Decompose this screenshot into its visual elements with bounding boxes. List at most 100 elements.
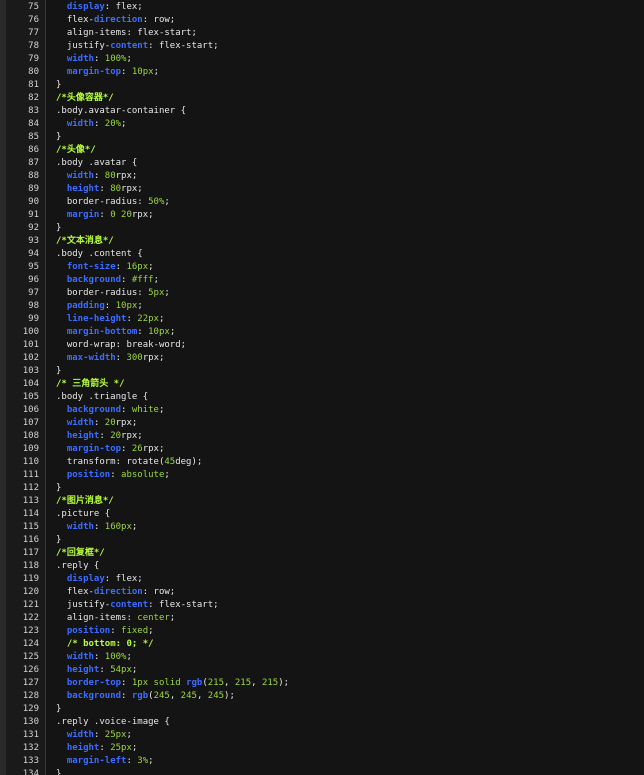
code-token: ; xyxy=(169,327,176,337)
code-line[interactable]: 133 margin-left: 3%; xyxy=(0,755,644,768)
code-line[interactable]: 116} xyxy=(0,534,644,547)
code-token: : xyxy=(93,652,105,662)
code-line[interactable]: 86 /*头像*/ xyxy=(0,144,644,157)
code-line[interactable]: 80 margin-top: 10px; xyxy=(0,66,644,79)
code-line[interactable]: 75 display: flex; xyxy=(0,1,644,14)
code-line[interactable]: 79 width: 100%; xyxy=(0,53,644,66)
code-line[interactable]: 104 /* 三角箭头 */ xyxy=(0,378,644,391)
code-line[interactable]: 130 .reply .voice-image { xyxy=(0,716,644,729)
line-number: 108 xyxy=(22,431,39,441)
line-code: /*回复框*/ xyxy=(56,547,105,560)
code-line[interactable]: 123 position: fixed; xyxy=(0,625,644,638)
code-line[interactable]: 83 .body.avatar-container { xyxy=(0,105,644,118)
code-token: } xyxy=(56,704,62,714)
code-line[interactable]: 103} xyxy=(0,365,644,378)
code-line[interactable]: 90 border-radius: 50%; xyxy=(0,196,644,209)
code-line[interactable]: 125 width: 100%; xyxy=(0,651,644,664)
line-code: position: absolute; xyxy=(56,469,170,482)
code-line[interactable]: 121 justify-content: flex-start; xyxy=(0,599,644,612)
code-line[interactable]: 109 margin-top: 26rpx; xyxy=(0,443,644,456)
code-line[interactable]: 129} xyxy=(0,703,644,716)
code-token: : flex; xyxy=(104,2,143,12)
code-line[interactable]: 84 width: 20%; xyxy=(0,118,644,131)
code-line[interactable]: 85} xyxy=(0,131,644,144)
code-line[interactable]: 100 margin-bottom: 10px; xyxy=(0,326,644,339)
code-line[interactable]: 76 flex-direction: row; xyxy=(0,14,644,27)
code-line[interactable]: 95 font-size: 16px; xyxy=(0,261,644,274)
line-code: flex-direction: row; xyxy=(56,586,175,599)
code-editor[interactable]: 75 display: flex; 76 flex-direction: row;… xyxy=(0,0,644,775)
code-line[interactable]: 81} xyxy=(0,79,644,92)
code-token: : xyxy=(104,301,116,311)
code-line[interactable]: 118 .reply { xyxy=(0,560,644,573)
code-line[interactable]: 101 word-wrap: break-word; xyxy=(0,339,644,352)
code-token: : xyxy=(126,314,138,324)
line-code: display: flex; xyxy=(56,573,143,586)
code-line[interactable]: 92} xyxy=(0,222,644,235)
code-line[interactable]: 132 height: 25px; xyxy=(0,742,644,755)
code-line[interactable]: 134} xyxy=(0,768,644,775)
code-line[interactable]: 82 /*头像容器*/ xyxy=(0,92,644,105)
code-line[interactable]: 131 width: 25px; xyxy=(0,729,644,742)
code-line[interactable]: 107 width: 20rpx; xyxy=(0,417,644,430)
code-line[interactable]: 114 .picture { xyxy=(0,508,644,521)
code-line[interactable]: 127 border-top: 1px solid rgb(215, 215, … xyxy=(0,677,644,690)
code-line[interactable]: 113 /*图片消息*/ xyxy=(0,495,644,508)
line-code: background: rgb(245, 245, 245); xyxy=(56,690,235,703)
code-line[interactable]: 108 height: 20rpx; xyxy=(0,430,644,443)
code-line[interactable]: 115 width: 160px; xyxy=(0,521,644,534)
code-token: /* bottom: 0; */ xyxy=(66,639,154,649)
code-line[interactable]: 126 height: 54px; xyxy=(0,664,644,677)
code-line[interactable]: 111 position: absolute; xyxy=(0,469,644,482)
code-line[interactable]: 122 align-items: center; xyxy=(0,612,644,625)
code-line[interactable]: 87 .body .avatar { xyxy=(0,157,644,170)
code-line[interactable]: 106 background: white; xyxy=(0,404,644,417)
code-token: : xyxy=(93,730,105,740)
code-token: : xyxy=(93,418,105,428)
code-line[interactable]: 110 transform: rotate(45deg); xyxy=(0,456,644,469)
code-line[interactable]: 97 border-radius: 5px; xyxy=(0,287,644,300)
code-line[interactable]: 120 flex-direction: row; xyxy=(0,586,644,599)
code-token: font-size xyxy=(66,262,116,272)
code-token: : xyxy=(121,691,132,701)
code-line[interactable]: 78 justify-content: flex-start; xyxy=(0,40,644,53)
code-token: : xyxy=(137,327,149,337)
code-token: ; xyxy=(164,288,170,298)
code-token: height xyxy=(66,665,100,675)
code-line[interactable]: 119 display: flex; xyxy=(0,573,644,586)
code-line[interactable]: 77 align-items: flex-start; xyxy=(0,27,644,40)
code-line[interactable]: 96 background: #fff; xyxy=(0,274,644,287)
line-number: 130 xyxy=(22,717,39,727)
code-line[interactable]: 128 background: rgb(245, 245, 245); xyxy=(0,690,644,703)
code-token: 22px xyxy=(137,314,159,324)
line-number: 78 xyxy=(28,41,39,51)
code-line[interactable]: 89 height: 80rpx; xyxy=(0,183,644,196)
code-line[interactable]: 98 padding: 10px; xyxy=(0,300,644,313)
code-line[interactable]: 99 line-height: 22px; xyxy=(0,313,644,326)
code-line[interactable]: 94 .body .content { xyxy=(0,248,644,261)
code-line[interactable]: 124 /* bottom: 0; */ xyxy=(0,638,644,651)
code-line[interactable]: 117 /*回复框*/ xyxy=(0,547,644,560)
code-line[interactable]: 105 .body .triangle { xyxy=(0,391,644,404)
code-line[interactable]: 112} xyxy=(0,482,644,495)
code-token: : xyxy=(110,626,122,636)
code-token: .reply .voice-image { xyxy=(56,717,170,727)
code-line[interactable]: 88 width: 80rpx; xyxy=(0,170,644,183)
line-code: .picture { xyxy=(56,508,110,521)
line-number: 88 xyxy=(28,171,39,181)
code-token: ; xyxy=(148,262,154,272)
line-number: 107 xyxy=(22,418,39,428)
code-token: ); xyxy=(278,678,290,688)
line-code: /* 三角箭头 */ xyxy=(56,378,125,391)
code-line[interactable]: 102 max-width: 300rpx; xyxy=(0,352,644,365)
code-line[interactable]: 91 margin: 0 20rpx; xyxy=(0,209,644,222)
code-token: } xyxy=(56,223,62,233)
code-line[interactable]: 93 /*文本消息*/ xyxy=(0,235,644,248)
